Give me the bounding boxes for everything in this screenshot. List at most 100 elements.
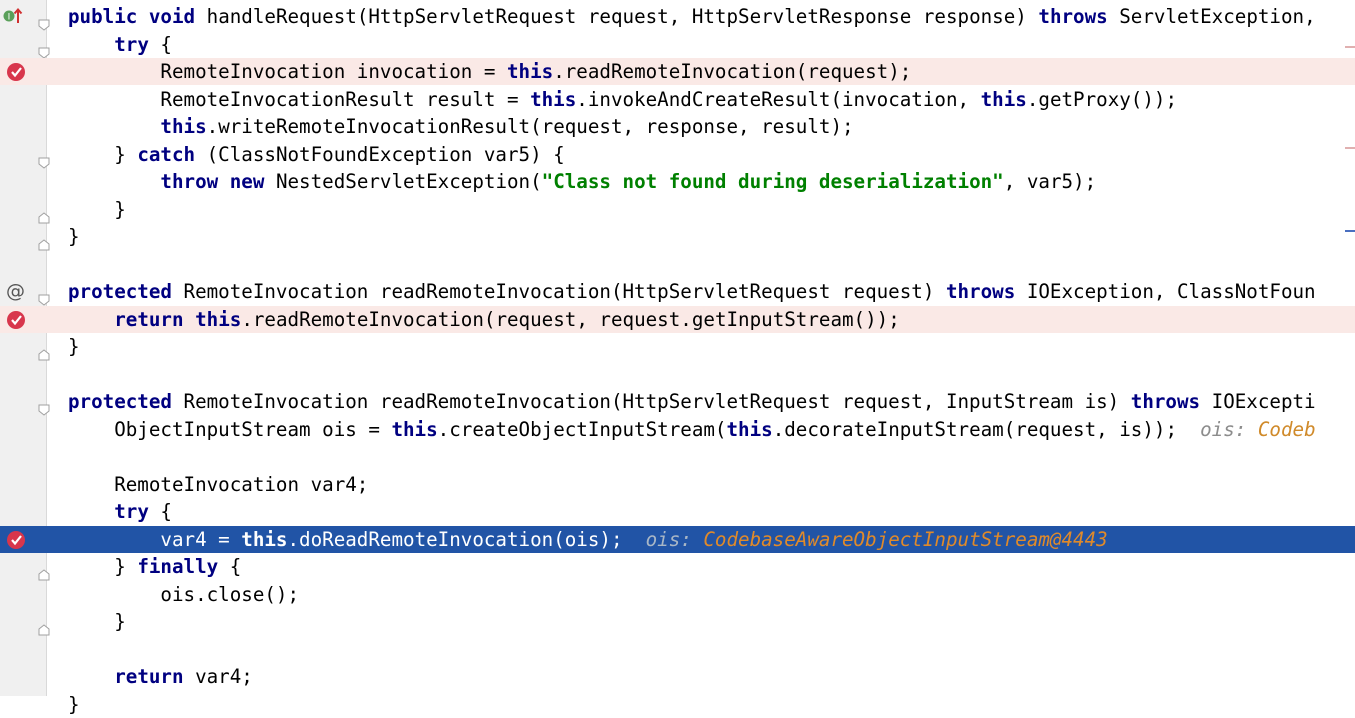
code-line[interactable]: ois.close(); bbox=[0, 581, 1355, 608]
token: NestedServletException( bbox=[264, 170, 542, 193]
token: .decorateInputStream(request, is)); bbox=[772, 417, 1201, 441]
code-text: } bbox=[68, 333, 80, 360]
code-line[interactable] bbox=[0, 443, 1355, 470]
code-line[interactable]: return this.readRemoteInvocation(request… bbox=[0, 305, 1355, 333]
code-line[interactable]: RemoteInvocation invocation = this.readR… bbox=[0, 58, 1355, 85]
token-kw: this bbox=[195, 307, 242, 331]
code-line[interactable] bbox=[0, 361, 1355, 388]
token-kw: catch bbox=[137, 142, 196, 166]
code-text: return var4; bbox=[68, 663, 253, 690]
code-line[interactable]: } finally { bbox=[0, 553, 1355, 581]
code-text: } bbox=[68, 196, 126, 223]
token-kw: this bbox=[241, 527, 288, 551]
code-line[interactable]: } bbox=[0, 196, 1355, 223]
code-text: return this.readRemoteInvocation(request… bbox=[68, 306, 900, 333]
code-line[interactable]: RemoteInvocation var4; bbox=[0, 471, 1355, 498]
code-text: } bbox=[68, 608, 126, 635]
token: .readRemoteInvocation(request, request.g… bbox=[241, 307, 900, 331]
token: ServletException, bbox=[1107, 5, 1316, 28]
token-kw: void bbox=[148, 5, 196, 28]
code-line[interactable]: return var4; bbox=[0, 663, 1355, 690]
code-line[interactable]: this.writeRemoteInvocationResult(request… bbox=[0, 113, 1355, 140]
code-line[interactable]: } bbox=[0, 223, 1355, 251]
code-line[interactable]: ObjectInputStream ois = this.createObjec… bbox=[0, 416, 1355, 443]
token-kw: this bbox=[160, 115, 207, 138]
code-line[interactable]: RemoteInvocationResult result = this.inv… bbox=[0, 86, 1355, 113]
token: { bbox=[148, 500, 172, 523]
token: } bbox=[68, 610, 126, 633]
code-line[interactable] bbox=[0, 251, 1355, 278]
code-line[interactable]: var4 = this.doReadRemoteInvocation(ois);… bbox=[0, 525, 1355, 553]
token: RemoteInvocation var4; bbox=[68, 472, 369, 496]
fold-marker-icon[interactable] bbox=[38, 11, 50, 31]
token: } bbox=[68, 142, 138, 166]
token: } bbox=[68, 335, 80, 358]
fold-marker-icon[interactable] bbox=[38, 396, 50, 416]
token-kw: try bbox=[114, 32, 149, 56]
token: ois.close(); bbox=[68, 582, 300, 606]
token-inlv: Codeb bbox=[1257, 417, 1316, 441]
fold-marker-icon[interactable] bbox=[38, 39, 50, 59]
code-line[interactable] bbox=[0, 636, 1355, 663]
token-kw: return bbox=[114, 665, 184, 688]
token-kw: throws bbox=[1130, 390, 1201, 413]
token-kw: this bbox=[506, 60, 554, 83]
token-kw: new bbox=[229, 170, 265, 193]
token: } bbox=[68, 225, 80, 248]
scrollbar-marker[interactable] bbox=[1345, 230, 1355, 232]
fold-marker-icon[interactable] bbox=[38, 231, 50, 251]
code-line[interactable]: } catch (ClassNotFoundException var5) { bbox=[0, 141, 1355, 169]
token: handleRequest(HttpServletRequest request… bbox=[195, 5, 1039, 28]
token: .invokeAndCreateResult(invocation, bbox=[576, 87, 981, 111]
token: .writeRemoteInvocationResult(request, re… bbox=[206, 115, 854, 138]
code-line[interactable]: Ipublic void handleRequest(HttpServletRe… bbox=[0, 3, 1355, 31]
token: , var5); bbox=[1003, 170, 1097, 193]
code-text: } catch (ClassNotFoundException var5) { bbox=[68, 141, 565, 168]
fold-marker-icon[interactable] bbox=[38, 286, 50, 306]
token-kw: throws bbox=[945, 280, 1016, 303]
code-text: ois.close(); bbox=[68, 581, 299, 608]
token-kw: throw bbox=[160, 170, 219, 193]
token-kw: finally bbox=[137, 555, 219, 578]
breakpoint-icon[interactable] bbox=[7, 63, 25, 81]
token-kw: throws bbox=[1038, 5, 1108, 28]
scrollbar-marker[interactable] bbox=[1345, 46, 1355, 48]
annotation-icon[interactable]: @ bbox=[6, 278, 25, 305]
token: } bbox=[68, 555, 138, 578]
override-up-arrow-icon[interactable]: I bbox=[2, 5, 24, 27]
code-editor[interactable]: Ipublic void handleRequest(HttpServletRe… bbox=[0, 0, 1355, 716]
scrollbar-marker[interactable] bbox=[1345, 147, 1355, 149]
code-line[interactable]: } bbox=[0, 691, 1355, 718]
token-inlv: CodebaseAwareObjectInputStream@4443 bbox=[703, 527, 1108, 551]
token: IOExcepti bbox=[1200, 390, 1316, 413]
code-text: try { bbox=[68, 31, 172, 58]
code-line[interactable]: throw new NestedServletException("Class … bbox=[0, 168, 1355, 195]
code-line[interactable]: try { bbox=[0, 31, 1355, 59]
breakpoint-icon[interactable] bbox=[7, 530, 25, 549]
code-text: public void handleRequest(HttpServletReq… bbox=[68, 3, 1316, 30]
token: RemoteInvocation invocation = bbox=[68, 60, 507, 83]
fold-marker-icon[interactable] bbox=[38, 341, 50, 361]
code-text: try { bbox=[68, 498, 172, 525]
breakpoint-icon[interactable] bbox=[7, 310, 25, 329]
fold-marker-icon[interactable] bbox=[38, 561, 50, 581]
fold-marker-icon[interactable] bbox=[38, 149, 50, 169]
fold-marker-icon[interactable] bbox=[38, 616, 50, 636]
code-text: ObjectInputStream ois = this.createObjec… bbox=[68, 416, 1316, 443]
token: .readRemoteInvocation(request); bbox=[553, 60, 912, 83]
code-line[interactable]: } bbox=[0, 608, 1355, 636]
code-text: RemoteInvocationResult result = this.inv… bbox=[68, 86, 1177, 113]
code-line[interactable]: protected RemoteInvocation readRemoteInv… bbox=[0, 388, 1355, 416]
fold-marker-icon[interactable] bbox=[38, 204, 50, 223]
token-kw: this bbox=[391, 417, 438, 441]
code-line[interactable]: } bbox=[0, 333, 1355, 361]
token-kw: return bbox=[114, 307, 184, 331]
code-line[interactable]: @ protected RemoteInvocation readRemoteIn… bbox=[0, 278, 1355, 306]
code-line[interactable]: try { bbox=[0, 498, 1355, 525]
